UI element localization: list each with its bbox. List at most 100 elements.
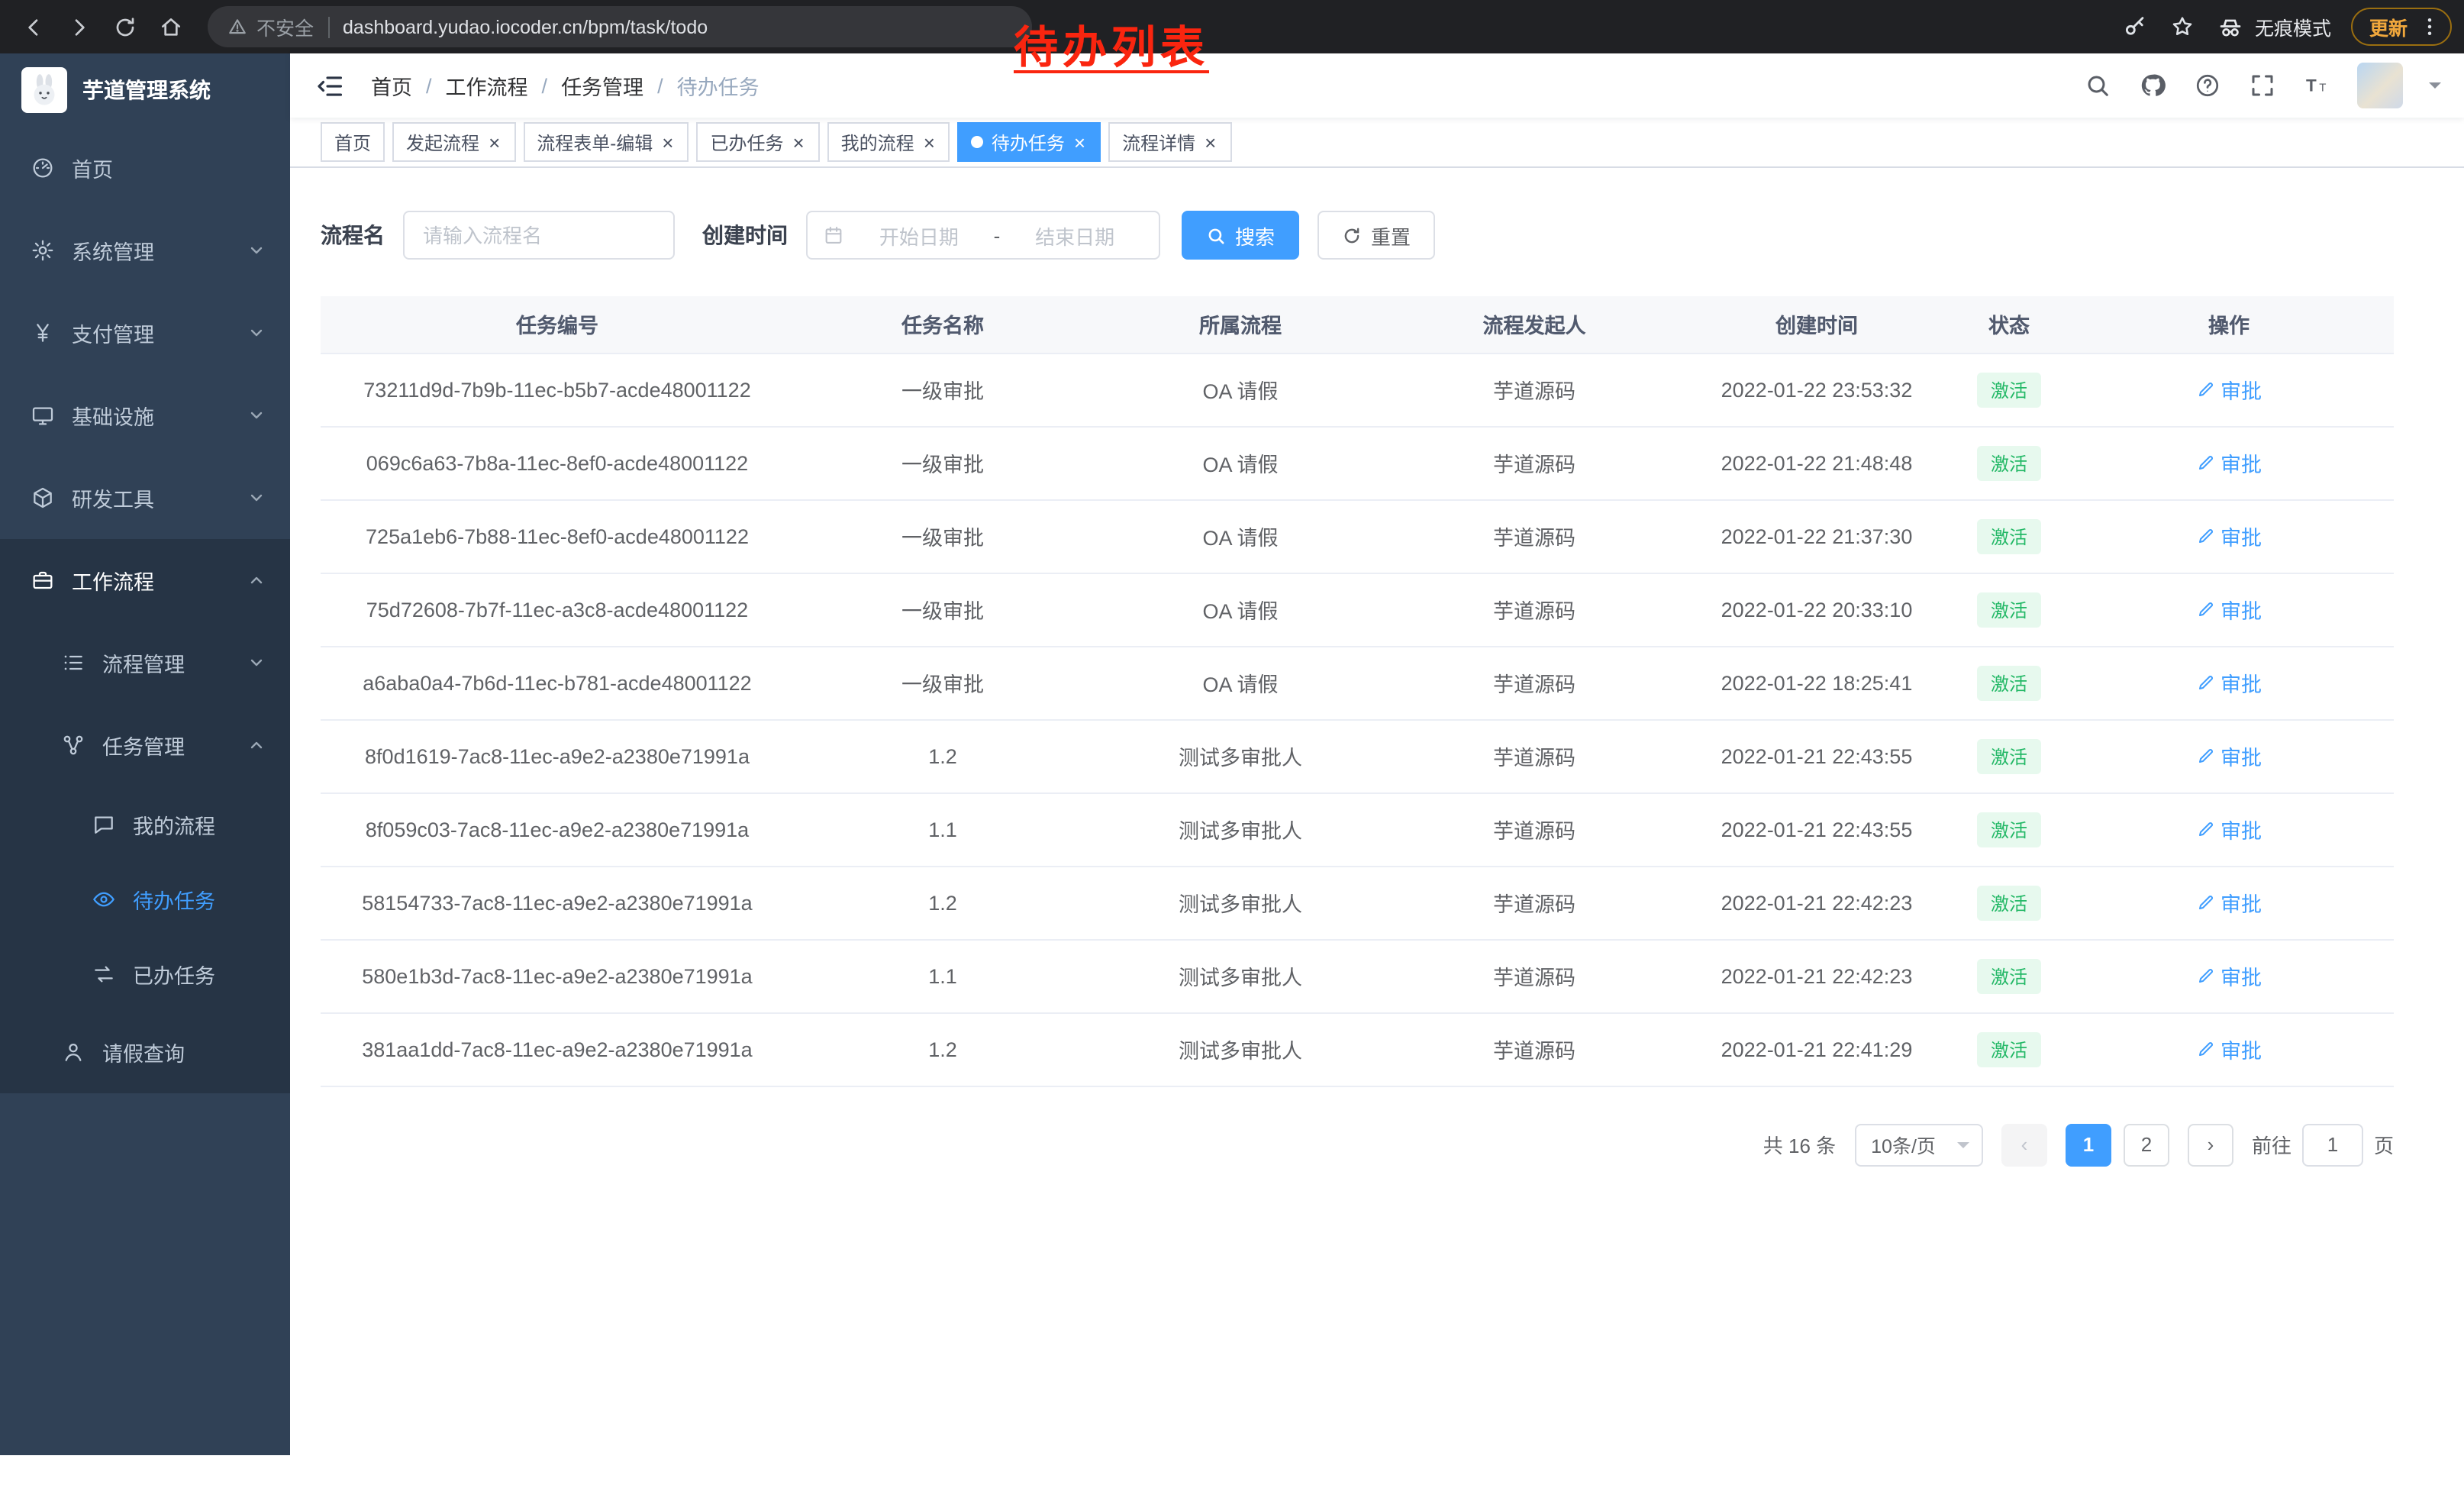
sidebar-item-payment[interactable]: 支付管理 xyxy=(0,292,290,374)
gear-icon xyxy=(31,238,55,263)
close-icon[interactable]: × xyxy=(660,132,675,152)
security-indicator[interactable]: 不安全 xyxy=(227,12,314,41)
sidebar-item-done-task[interactable]: 已办任务 xyxy=(0,936,290,1011)
tab[interactable]: 待办任务 × xyxy=(958,122,1101,162)
approve-button[interactable]: 审批 xyxy=(2196,960,2262,991)
fullscreen-icon[interactable] xyxy=(2247,71,2276,100)
approve-button[interactable]: 审批 xyxy=(2196,447,2262,478)
help-icon[interactable] xyxy=(2192,71,2221,100)
browser-reload-button[interactable] xyxy=(104,5,147,48)
search-button[interactable]: 搜索 xyxy=(1182,211,1299,260)
cell-initiator: 芋道源码 xyxy=(1389,939,1679,1012)
prev-page-button[interactable]: ‹ xyxy=(2001,1123,2047,1166)
github-icon[interactable] xyxy=(2137,71,2166,100)
chevron-down-icon xyxy=(247,241,266,260)
browser-update-button[interactable]: 更新 xyxy=(2351,8,2452,46)
sidebar-item-task-management[interactable]: 任务管理 xyxy=(0,704,290,786)
cell-initiator: 芋道源码 xyxy=(1389,353,1679,426)
app-title: 芋道管理系统 xyxy=(82,75,211,105)
cell-task-name: 一级审批 xyxy=(794,426,1092,499)
swap-arrows-icon xyxy=(92,961,116,986)
approve-button[interactable]: 审批 xyxy=(2196,594,2262,625)
sidebar-item-workflow[interactable]: 工作流程 xyxy=(0,539,290,621)
goto-page-input[interactable] xyxy=(2302,1123,2363,1166)
approve-button-label: 审批 xyxy=(2221,447,2262,478)
column-header: 任务编号 xyxy=(321,296,794,353)
tab[interactable]: 流程表单-编辑 × xyxy=(523,122,689,162)
approve-button[interactable]: 审批 xyxy=(2196,1034,2262,1064)
browser-toolbar: 不安全 dashboard.yudao.iocoder.cn/bpm/task/… xyxy=(0,0,2464,53)
cell-created: 2022-01-21 22:42:23 xyxy=(1679,866,1954,939)
app-window: 芋道管理系统 首页 系统管理 支付管理 xyxy=(0,53,2464,1455)
close-icon[interactable]: × xyxy=(487,132,502,152)
svg-text:T: T xyxy=(2305,76,2316,95)
sidebar-item-todo-task[interactable]: 待办任务 xyxy=(0,861,290,936)
close-icon[interactable]: × xyxy=(1203,132,1217,152)
tab[interactable]: 已办任务 × xyxy=(696,122,819,162)
security-label: 不安全 xyxy=(256,12,314,41)
forward-arrow-icon xyxy=(67,15,92,39)
status-badge: 激活 xyxy=(1977,445,2041,480)
chevron-down-icon xyxy=(247,654,266,672)
edit-pencil-icon xyxy=(2196,527,2214,545)
sidebar-item-system[interactable]: 系统管理 xyxy=(0,209,290,292)
browser-back-button[interactable] xyxy=(12,5,55,48)
sidebar-item-home[interactable]: 首页 xyxy=(0,127,290,209)
page-number-button[interactable]: 2 xyxy=(2124,1123,2169,1166)
reload-icon xyxy=(113,15,137,39)
sidebar-item-my-process[interactable]: 我的流程 xyxy=(0,786,290,861)
close-icon[interactable]: × xyxy=(791,132,805,152)
caret-down-icon[interactable] xyxy=(2429,82,2441,95)
browser-forward-button[interactable] xyxy=(58,5,101,48)
address-bar[interactable]: 不安全 dashboard.yudao.iocoder.cn/bpm/task/… xyxy=(208,6,1032,47)
chevron-up-icon xyxy=(247,736,266,754)
date-range-picker[interactable]: 开始日期 - 结束日期 xyxy=(806,211,1160,260)
password-key-icon[interactable] xyxy=(2122,13,2150,40)
rabbit-logo-icon xyxy=(24,70,64,110)
tab-label: 流程详情 xyxy=(1122,129,1195,155)
breadcrumb-link[interactable]: 任务管理 xyxy=(561,70,643,101)
cell-created: 2022-01-22 23:53:32 xyxy=(1679,353,1954,426)
approve-button[interactable]: 审批 xyxy=(2196,814,2262,844)
breadcrumb-link[interactable]: 首页 xyxy=(371,70,412,101)
approve-button[interactable]: 审批 xyxy=(2196,741,2262,771)
tab[interactable]: 我的流程 × xyxy=(827,122,950,162)
approve-button[interactable]: 审批 xyxy=(2196,887,2262,918)
url-text: dashboard.yudao.iocoder.cn/bpm/task/todo xyxy=(343,16,708,37)
sidebar-item-infrastructure[interactable]: 基础设施 xyxy=(0,374,290,457)
breadcrumb: 首页 / 工作流程 / 任务管理 / xyxy=(371,70,760,101)
breadcrumb-link[interactable]: 工作流程 xyxy=(446,70,528,101)
font-size-icon[interactable]: TT xyxy=(2302,71,2331,100)
breadcrumb-link[interactable]: 待办任务 xyxy=(677,70,760,101)
reset-button[interactable]: 重置 xyxy=(1317,211,1435,260)
user-avatar[interactable] xyxy=(2357,63,2403,108)
cell-task-name: 一级审批 xyxy=(794,353,1092,426)
sidebar-item-leave-query[interactable]: 请假查询 xyxy=(0,1011,290,1093)
approve-button[interactable]: 审批 xyxy=(2196,667,2262,698)
browser-home-button[interactable] xyxy=(150,5,192,48)
bookmark-star-icon[interactable] xyxy=(2169,13,2197,40)
home-icon xyxy=(159,15,183,39)
page-size-select[interactable]: 10条/页 xyxy=(1854,1123,1983,1166)
app-logo[interactable]: 芋道管理系统 xyxy=(0,53,290,127)
tab[interactable]: 首页 × xyxy=(321,122,385,162)
range-separator: - xyxy=(994,224,1001,247)
sidebar-item-process-management[interactable]: 流程管理 xyxy=(0,621,290,704)
sidebar-toggle-button[interactable] xyxy=(313,69,347,102)
sidebar-item-devtools[interactable]: 研发工具 xyxy=(0,457,290,539)
approve-button[interactable]: 审批 xyxy=(2196,521,2262,551)
process-name-input[interactable] xyxy=(403,211,675,260)
search-icon[interactable] xyxy=(2082,71,2111,100)
reset-button-label: 重置 xyxy=(1371,221,1411,250)
close-icon[interactable]: × xyxy=(1072,132,1087,152)
status-badge: 激活 xyxy=(1977,812,2041,847)
close-icon[interactable]: × xyxy=(922,132,937,152)
approve-button[interactable]: 审批 xyxy=(2196,374,2262,405)
cell-initiator: 芋道源码 xyxy=(1389,499,1679,573)
approve-button-label: 审批 xyxy=(2221,667,2262,698)
tab[interactable]: 流程详情 × xyxy=(1108,122,1231,162)
next-page-button[interactable]: › xyxy=(2188,1123,2233,1166)
column-header: 状态 xyxy=(1954,296,2064,353)
tab[interactable]: 发起流程 × xyxy=(392,122,515,162)
page-number-button[interactable]: 1 xyxy=(2066,1123,2111,1166)
